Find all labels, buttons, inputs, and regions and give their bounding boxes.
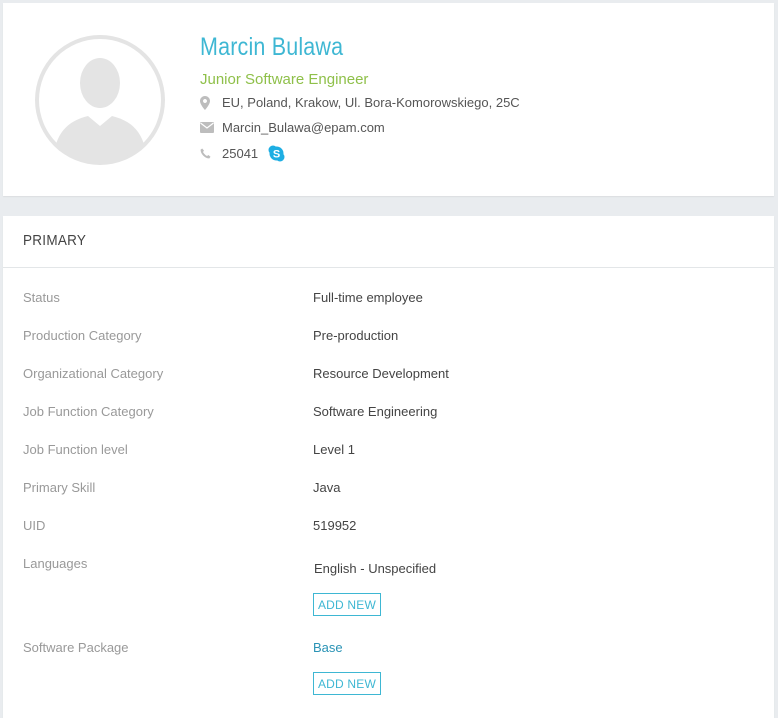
- primary-section: PRIMARY Status Full-time employee Produc…: [3, 216, 774, 718]
- phone-row: 25041 S: [200, 145, 285, 162]
- language-item: English - Unspecified: [314, 561, 437, 576]
- organizational-category-value: Resource Development: [313, 366, 449, 381]
- avatar: [33, 33, 167, 167]
- status-value: Full-time employee: [313, 290, 423, 305]
- primary-skill-value: Java: [313, 480, 341, 495]
- address-text: EU, Poland, Krakow, Ul. Bora-Komorowskie…: [222, 95, 520, 110]
- job-title: Junior Software Engineer: [200, 71, 369, 88]
- section-divider: [3, 267, 774, 268]
- uid-value: 519952: [313, 518, 357, 533]
- add-software-package-button[interactable]: ADD NEW: [313, 672, 381, 695]
- svg-text:S: S: [273, 149, 280, 161]
- address-row: EU, Poland, Krakow, Ul. Bora-Komorowskie…: [200, 95, 520, 110]
- email-row: Marcin_Bulawa@epam.com: [200, 120, 385, 135]
- phone-icon: [200, 148, 222, 159]
- uid-label: UID: [23, 518, 46, 533]
- job-function-level-label: Job Function level: [23, 442, 128, 457]
- production-category-label: Production Category: [23, 328, 142, 343]
- software-package-label: Software Package: [23, 640, 129, 655]
- status-label: Status: [23, 290, 60, 305]
- location-pin-icon: [200, 95, 222, 110]
- job-function-level-value: Level 1: [313, 442, 355, 457]
- profile-card: Marcin Bulawa Junior Software Engineer E…: [3, 3, 774, 196]
- add-language-button[interactable]: ADD NEW: [313, 593, 381, 616]
- organizational-category-label: Organizational Category: [23, 366, 164, 381]
- job-function-category-value: Software Engineering: [313, 404, 438, 419]
- envelope-icon: [200, 122, 222, 133]
- languages-label: Languages: [23, 556, 88, 571]
- software-package-link[interactable]: Base: [313, 640, 343, 655]
- skype-icon[interactable]: S: [268, 145, 285, 162]
- employee-name: Marcin Bulawa: [200, 33, 344, 61]
- section-title: PRIMARY: [23, 232, 87, 249]
- production-category-value: Pre-production: [313, 328, 399, 343]
- primary-skill-label: Primary Skill: [23, 480, 96, 495]
- job-function-category-label: Job Function Category: [23, 404, 154, 419]
- phone-text: 25041: [222, 146, 259, 161]
- email-text[interactable]: Marcin_Bulawa@epam.com: [222, 120, 385, 135]
